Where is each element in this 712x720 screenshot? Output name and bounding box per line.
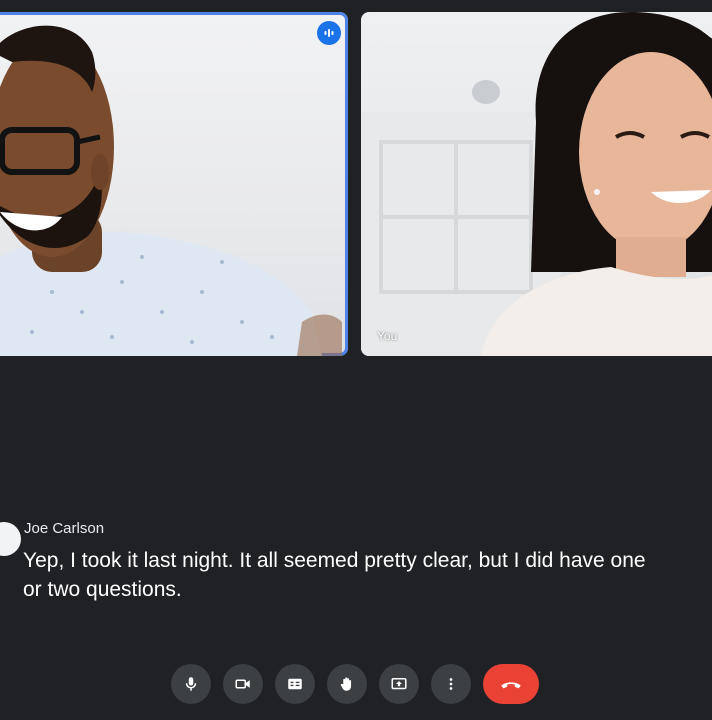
caption-line-1: Yep, I took it last night. It all seemed… <box>23 549 646 572</box>
captions-icon <box>288 678 302 690</box>
participant-tile-self[interactable] <box>361 12 712 356</box>
present-screen-icon <box>391 678 407 690</box>
self-video <box>361 12 712 356</box>
caption-line-2: or two questions. <box>23 578 182 601</box>
self-label: You <box>377 329 398 343</box>
end-call-button[interactable] <box>483 664 539 704</box>
call-controls <box>0 664 712 706</box>
microphone-icon <box>185 677 197 691</box>
audio-level-icon <box>324 29 334 37</box>
end-call-icon <box>501 682 521 689</box>
camera-button[interactable] <box>223 664 263 704</box>
participant-tile-speaker[interactable] <box>0 12 348 356</box>
more-options-button[interactable] <box>431 664 471 704</box>
raise-hand-icon <box>340 677 352 691</box>
present-screen-button[interactable] <box>379 664 419 704</box>
participant-video <box>0 25 342 356</box>
speaker-avatar <box>0 522 21 556</box>
microphone-button[interactable] <box>171 664 211 704</box>
camera-icon <box>235 679 250 689</box>
caption-speaker-name: Joe Carlson <box>24 520 105 537</box>
raise-hand-button[interactable] <box>327 664 367 704</box>
more-options-icon <box>449 678 453 690</box>
live-caption-text: Yep, I took it last night. It all seemed… <box>23 546 712 604</box>
captions-button[interactable] <box>275 664 315 704</box>
speaking-indicator <box>317 21 341 45</box>
